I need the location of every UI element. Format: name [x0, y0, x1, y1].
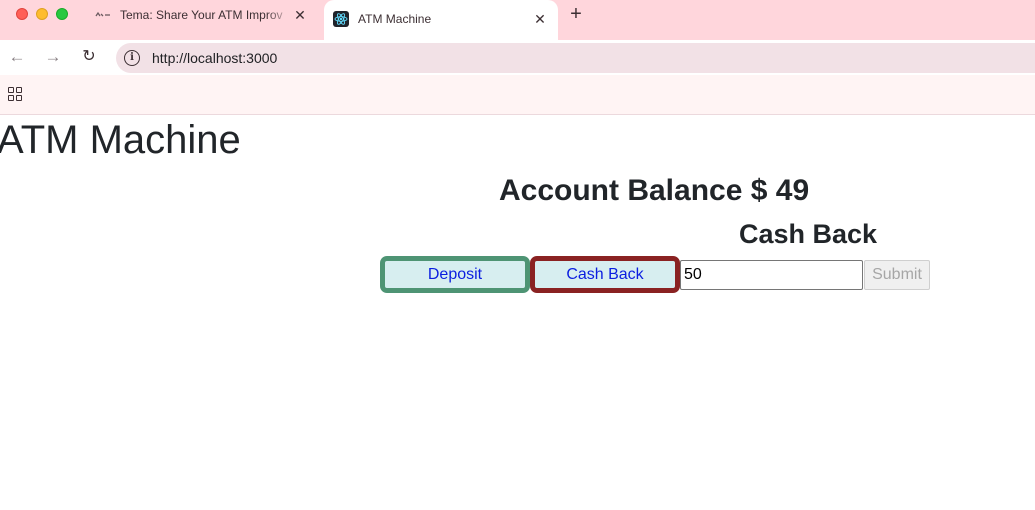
account-balance: Account Balance $ 49 — [499, 174, 810, 207]
browser-tab-bar: Tema: Share Your ATM Improv ✕ ATM Machin… — [0, 0, 1035, 40]
deposit-button-label: Deposit — [427, 265, 483, 283]
window-close-button[interactable] — [16, 8, 28, 20]
deposit-button[interactable]: Deposit — [380, 256, 530, 293]
cash-back-button-label: Cash Back — [566, 265, 644, 283]
amount-input[interactable] — [680, 260, 863, 290]
browser-toolbar: ← → ↻ i http://localhost:3000 — [0, 40, 1035, 75]
mode-label: Cash Back — [739, 219, 878, 249]
back-arrow-icon[interactable]: ← — [7, 47, 27, 67]
site-info-icon[interactable]: i — [124, 50, 140, 66]
tab-close-icon[interactable]: ✕ — [532, 11, 548, 27]
address-bar[interactable]: i http://localhost:3000 — [116, 43, 1035, 73]
tab-title: Tema: Share Your ATM Improv — [120, 8, 283, 22]
forum-favicon-icon — [95, 7, 111, 23]
submit-button[interactable]: Submit — [864, 260, 930, 290]
page-content: ATM Machine Account Balance $ 49 Cash Ba… — [0, 115, 1035, 510]
page-title: ATM Machine — [0, 118, 241, 162]
cash-back-button[interactable]: Cash Back — [530, 256, 680, 293]
reload-icon[interactable]: ↻ — [79, 47, 99, 67]
bookmarks-bar — [0, 75, 1035, 115]
tab-title: ATM Machine — [358, 12, 432, 26]
apps-grid-icon[interactable] — [8, 87, 22, 101]
window-minimize-button[interactable] — [36, 8, 48, 20]
tab-forum[interactable]: Tema: Share Your ATM Improv ✕ — [86, 0, 318, 30]
tab-atm-machine[interactable]: ATM Machine ✕ — [324, 0, 558, 40]
tab-close-icon[interactable]: ✕ — [292, 7, 308, 23]
react-logo-icon — [333, 11, 349, 27]
window-zoom-button[interactable] — [56, 8, 68, 20]
forward-arrow-icon[interactable]: → — [43, 47, 63, 67]
new-tab-button[interactable]: + — [566, 4, 586, 24]
address-url[interactable]: http://localhost:3000 — [152, 50, 277, 66]
